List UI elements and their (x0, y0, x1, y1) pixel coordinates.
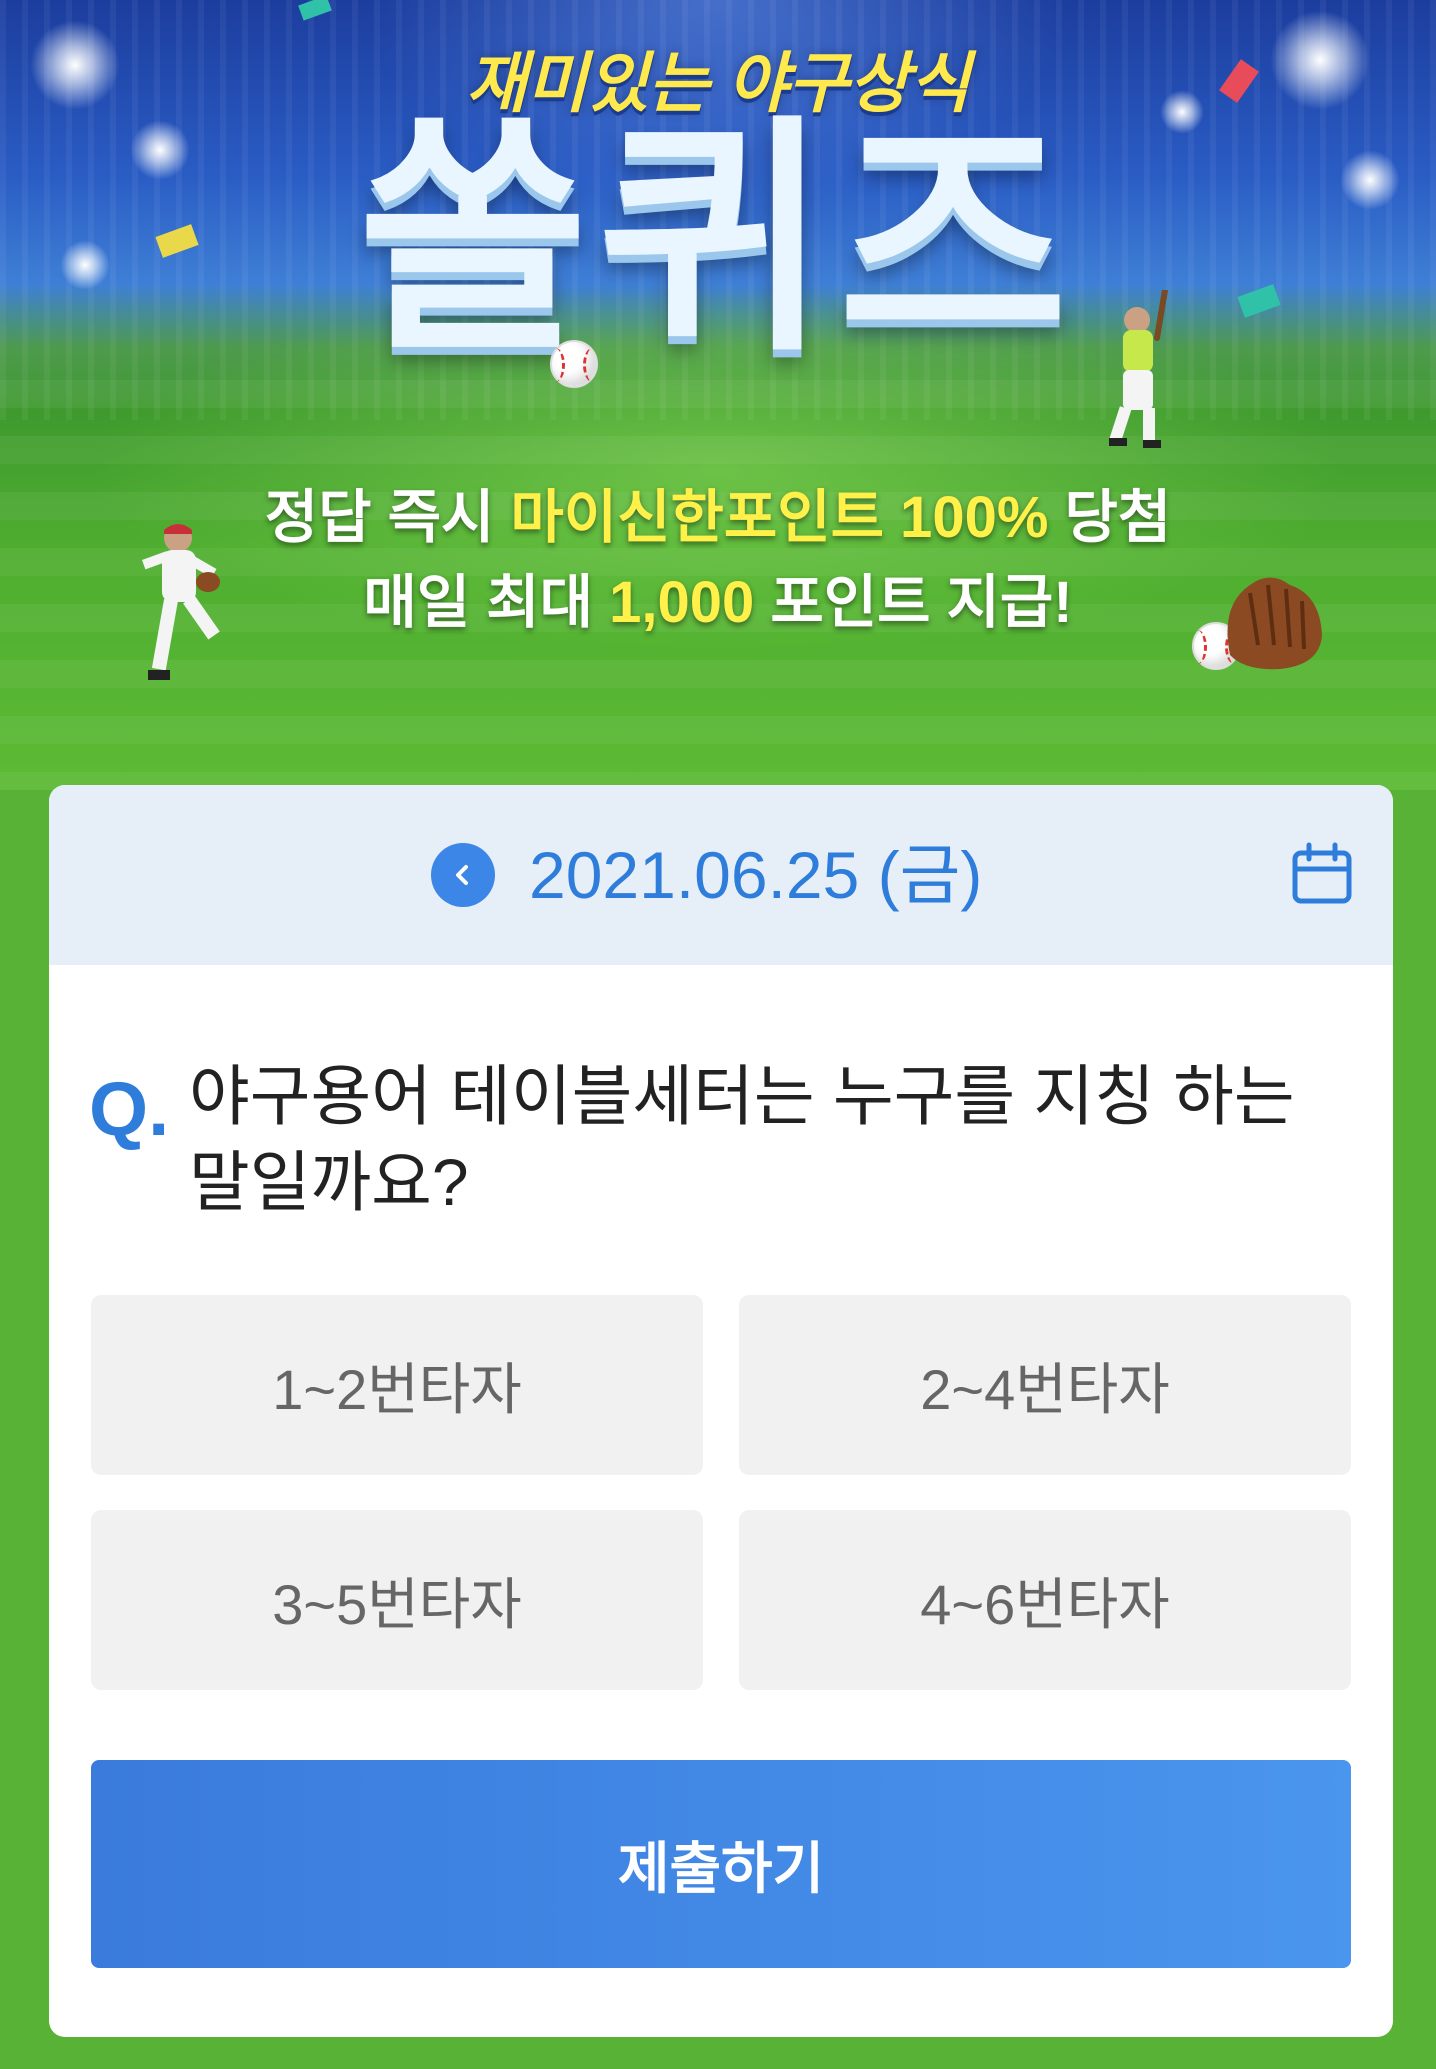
hero-promo-line-2: 매일 최대 1,000 포인트 지급! (0, 555, 1436, 639)
question-text: 야구용어 테이블세터는 누구를 지칭 하는 말일까요? (189, 1059, 1295, 1219)
promo-highlight: 1,000 (609, 570, 755, 635)
prev-date-button[interactable] (431, 843, 495, 907)
calendar-icon (1292, 842, 1352, 904)
hero-promo-line-1: 정답 즉시 마이신한포인트 100% 당첨 (0, 470, 1436, 554)
answer-option-2[interactable]: 2~4번타자 (739, 1295, 1351, 1475)
promo-highlight: 마이신한포인트 100% (510, 485, 1049, 550)
answer-option-4[interactable]: 4~6번타자 (739, 1510, 1351, 1690)
hero-title: 쏠퀴즈 (358, 100, 1078, 379)
quiz-card: 2021.06.25 (금) Q. 야구용어 테이블세터는 누구를 지칭 하는 … (49, 785, 1393, 2037)
promo-text: 정답 즉시 (264, 485, 511, 550)
date-bar: 2021.06.25 (금) (49, 785, 1393, 965)
answer-option-3[interactable]: 3~5번타자 (91, 1510, 703, 1690)
answer-option-1[interactable]: 1~2번타자 (91, 1295, 703, 1475)
batter-illustration (1109, 290, 1168, 448)
promo-text: 포인트 지급! (754, 570, 1073, 635)
chevron-left-icon (456, 865, 468, 885)
submit-button[interactable]: 제출하기 (91, 1760, 1351, 1968)
question-mark-label: Q. (89, 1067, 170, 1152)
calendar-button[interactable] (1289, 841, 1355, 907)
quiz-date: 2021.06.25 (금) (529, 838, 983, 912)
promo-text: 당첨 (1048, 485, 1172, 550)
hero-banner: 재미있는 야구상식 쏠퀴즈 정답 즉시 마이신한포인트 100% 당첨 매일 최… (0, 0, 1436, 790)
baseball-icon (550, 340, 598, 388)
promo-text: 매일 최대 (363, 570, 610, 635)
